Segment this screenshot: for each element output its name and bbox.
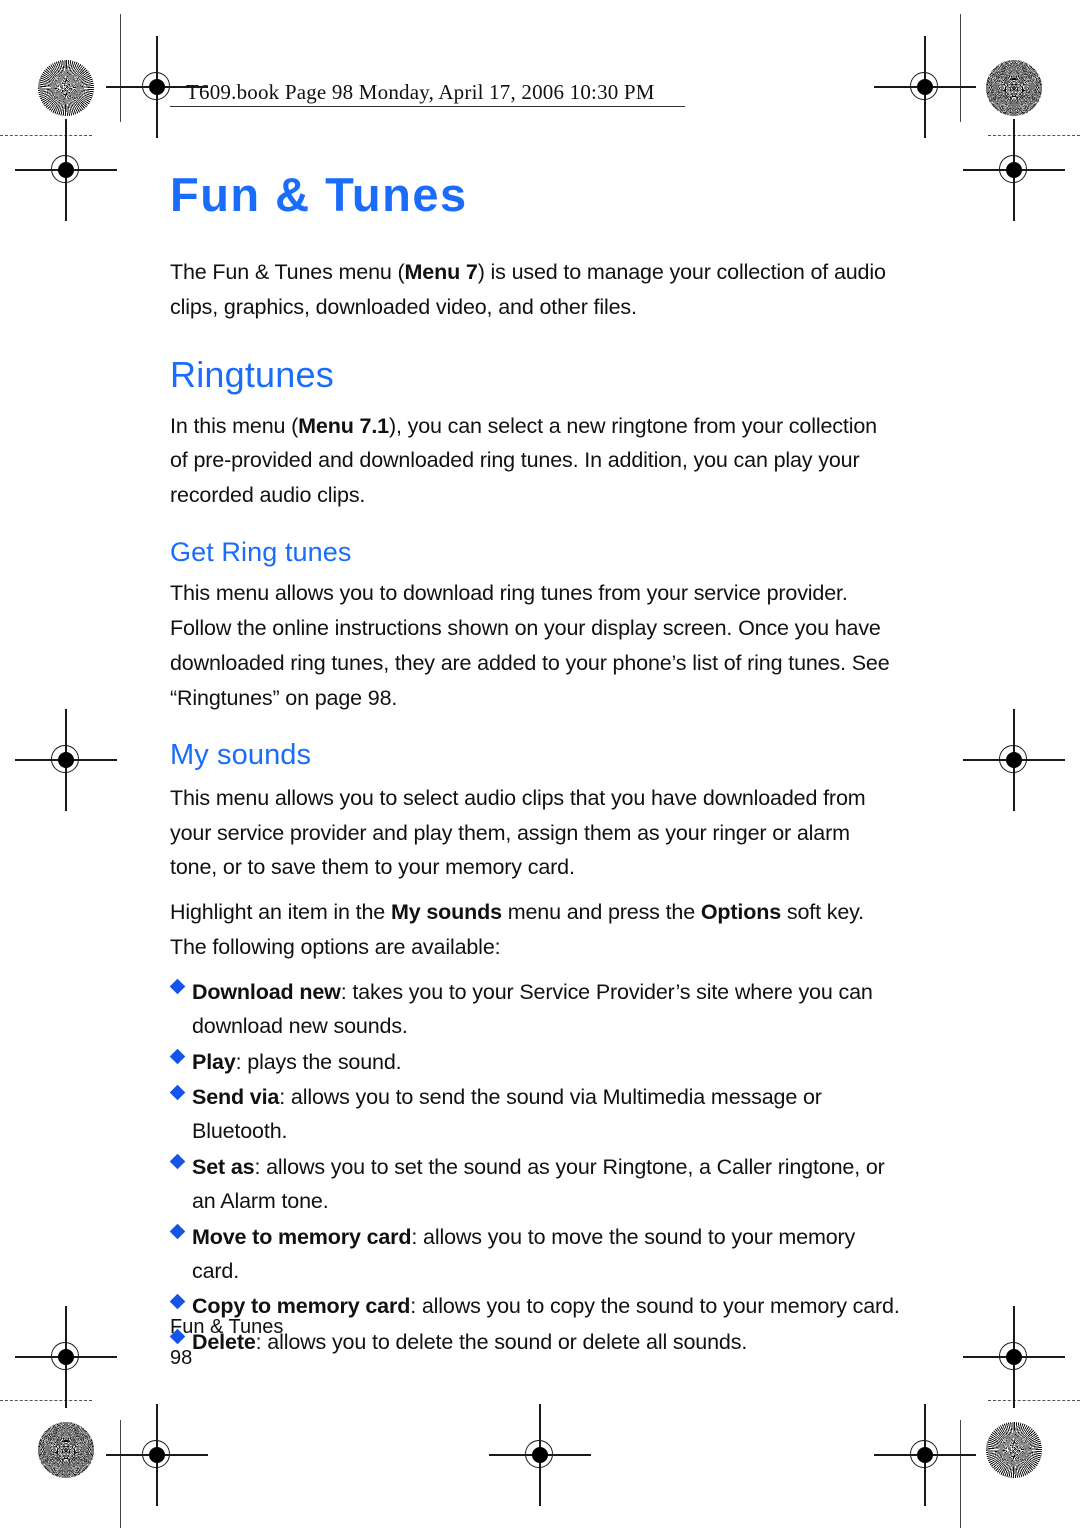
page-footer: Fun & Tunes 98 <box>170 1312 283 1374</box>
option-label: Send via <box>192 1085 280 1110</box>
registration-mark-top-right <box>874 36 976 138</box>
ringtunes-text-1: In this menu ( <box>170 413 299 438</box>
fold-line-bottom-left <box>0 1400 92 1401</box>
option-description: : allows you to send the sound via Multi… <box>192 1085 822 1144</box>
trim-line-left-vertical-bottom <box>120 1420 122 1528</box>
my-sounds-paragraph-2: Highlight an item in the My sounds menu … <box>170 895 900 965</box>
footer-page-number: 98 <box>170 1347 193 1369</box>
list-item: Send via: allows you to send the sound v… <box>169 1080 900 1149</box>
trim-line-right-vertical <box>960 14 962 122</box>
registration-mark-top-left <box>106 36 208 138</box>
list-item: Download new: takes you to your Service … <box>169 975 900 1044</box>
registration-mark-mid-left <box>15 709 117 811</box>
fold-line-top-right <box>988 135 1080 136</box>
diamond-bullet-icon <box>169 1223 186 1240</box>
diamond-bullet-icon <box>169 1084 186 1100</box>
my-sounds-paragraph-1: This menu allows you to select audio cli… <box>170 785 866 880</box>
registration-mark-bottom-center <box>489 1404 591 1506</box>
ringtunes-bold-menu71: Menu 7.1 <box>298 413 389 438</box>
book-header-line: T609.book Page 98 Monday, April 17, 2006… <box>186 80 655 104</box>
option-label: Play <box>192 1049 236 1074</box>
my-sounds-p2-bold-options: Options <box>700 900 782 925</box>
my-sounds-p2-bold-my-sounds: My sounds <box>390 900 502 925</box>
star-target-top-left <box>38 60 94 116</box>
ringtunes-paragraph: In this menu (Menu 7.1), you can select … <box>170 409 900 513</box>
diamond-bullet-icon <box>169 979 186 995</box>
my-sounds-p2-text-2: menu and press the <box>501 900 701 925</box>
fold-line-top-left <box>0 135 92 136</box>
option-description: : allows you to copy the sound to your m… <box>410 1294 900 1319</box>
subsection-heading-my-sounds: My sounds <box>170 739 312 772</box>
list-item: Set as: allows you to set the sound as y… <box>169 1150 900 1219</box>
intro-paragraph: The Fun & Tunes menu (Menu 7) is used to… <box>170 255 900 325</box>
header-rule <box>170 106 685 108</box>
get-ring-tunes-paragraph: This menu allows you to download ring tu… <box>170 581 890 710</box>
diamond-bullet-icon <box>169 1154 186 1170</box>
registration-mark-lower-right <box>963 1306 1065 1408</box>
trim-line-right-vertical-bottom <box>960 1420 962 1528</box>
my-sounds-p2-text-1: Highlight an item in the <box>170 900 391 925</box>
intro-bold-menu7: Menu 7 <box>404 260 478 285</box>
registration-mark-upper-left <box>15 119 117 221</box>
option-description: : allows you to delete the sound or dele… <box>255 1329 748 1354</box>
list-item: Move to memory card: allows you to move … <box>169 1220 900 1289</box>
fold-line-bottom-right <box>988 1400 1080 1401</box>
page-title: Fun & Tunes <box>170 168 468 221</box>
registration-mark-mid-right <box>963 709 1065 811</box>
list-item: Play: plays the sound. <box>169 1045 900 1079</box>
trim-line-left-vertical <box>120 14 122 122</box>
star-target-bottom-left <box>38 1422 94 1478</box>
option-label: Download new <box>192 979 341 1004</box>
option-label: Set as <box>192 1154 255 1179</box>
page-content: Fun & Tunes The Fun & Tunes menu (Menu 7… <box>169 168 900 1360</box>
option-description: : plays the sound. <box>235 1049 402 1074</box>
registration-mark-upper-right <box>963 119 1065 221</box>
option-label: Move to memory card <box>192 1224 412 1249</box>
intro-text-1: The Fun & Tunes menu ( <box>170 260 405 285</box>
registration-mark-bottom-right <box>874 1404 976 1506</box>
registration-mark-bottom-left <box>106 1404 208 1506</box>
option-description: : allows you to set the sound as your Ri… <box>192 1154 885 1214</box>
star-target-top-right <box>986 60 1042 116</box>
subsection-heading-get-ring-tunes: Get Ring tunes <box>170 537 352 568</box>
footer-chapter-name: Fun & Tunes <box>170 1316 284 1338</box>
my-sounds-options-list: Download new: takes you to your Service … <box>169 975 900 1359</box>
section-heading-ringtunes: Ringtunes <box>170 354 334 395</box>
star-target-bottom-right <box>986 1422 1042 1478</box>
diamond-bullet-icon <box>169 1048 186 1065</box>
registration-mark-lower-left <box>15 1306 117 1408</box>
diamond-bullet-icon <box>169 1293 186 1310</box>
